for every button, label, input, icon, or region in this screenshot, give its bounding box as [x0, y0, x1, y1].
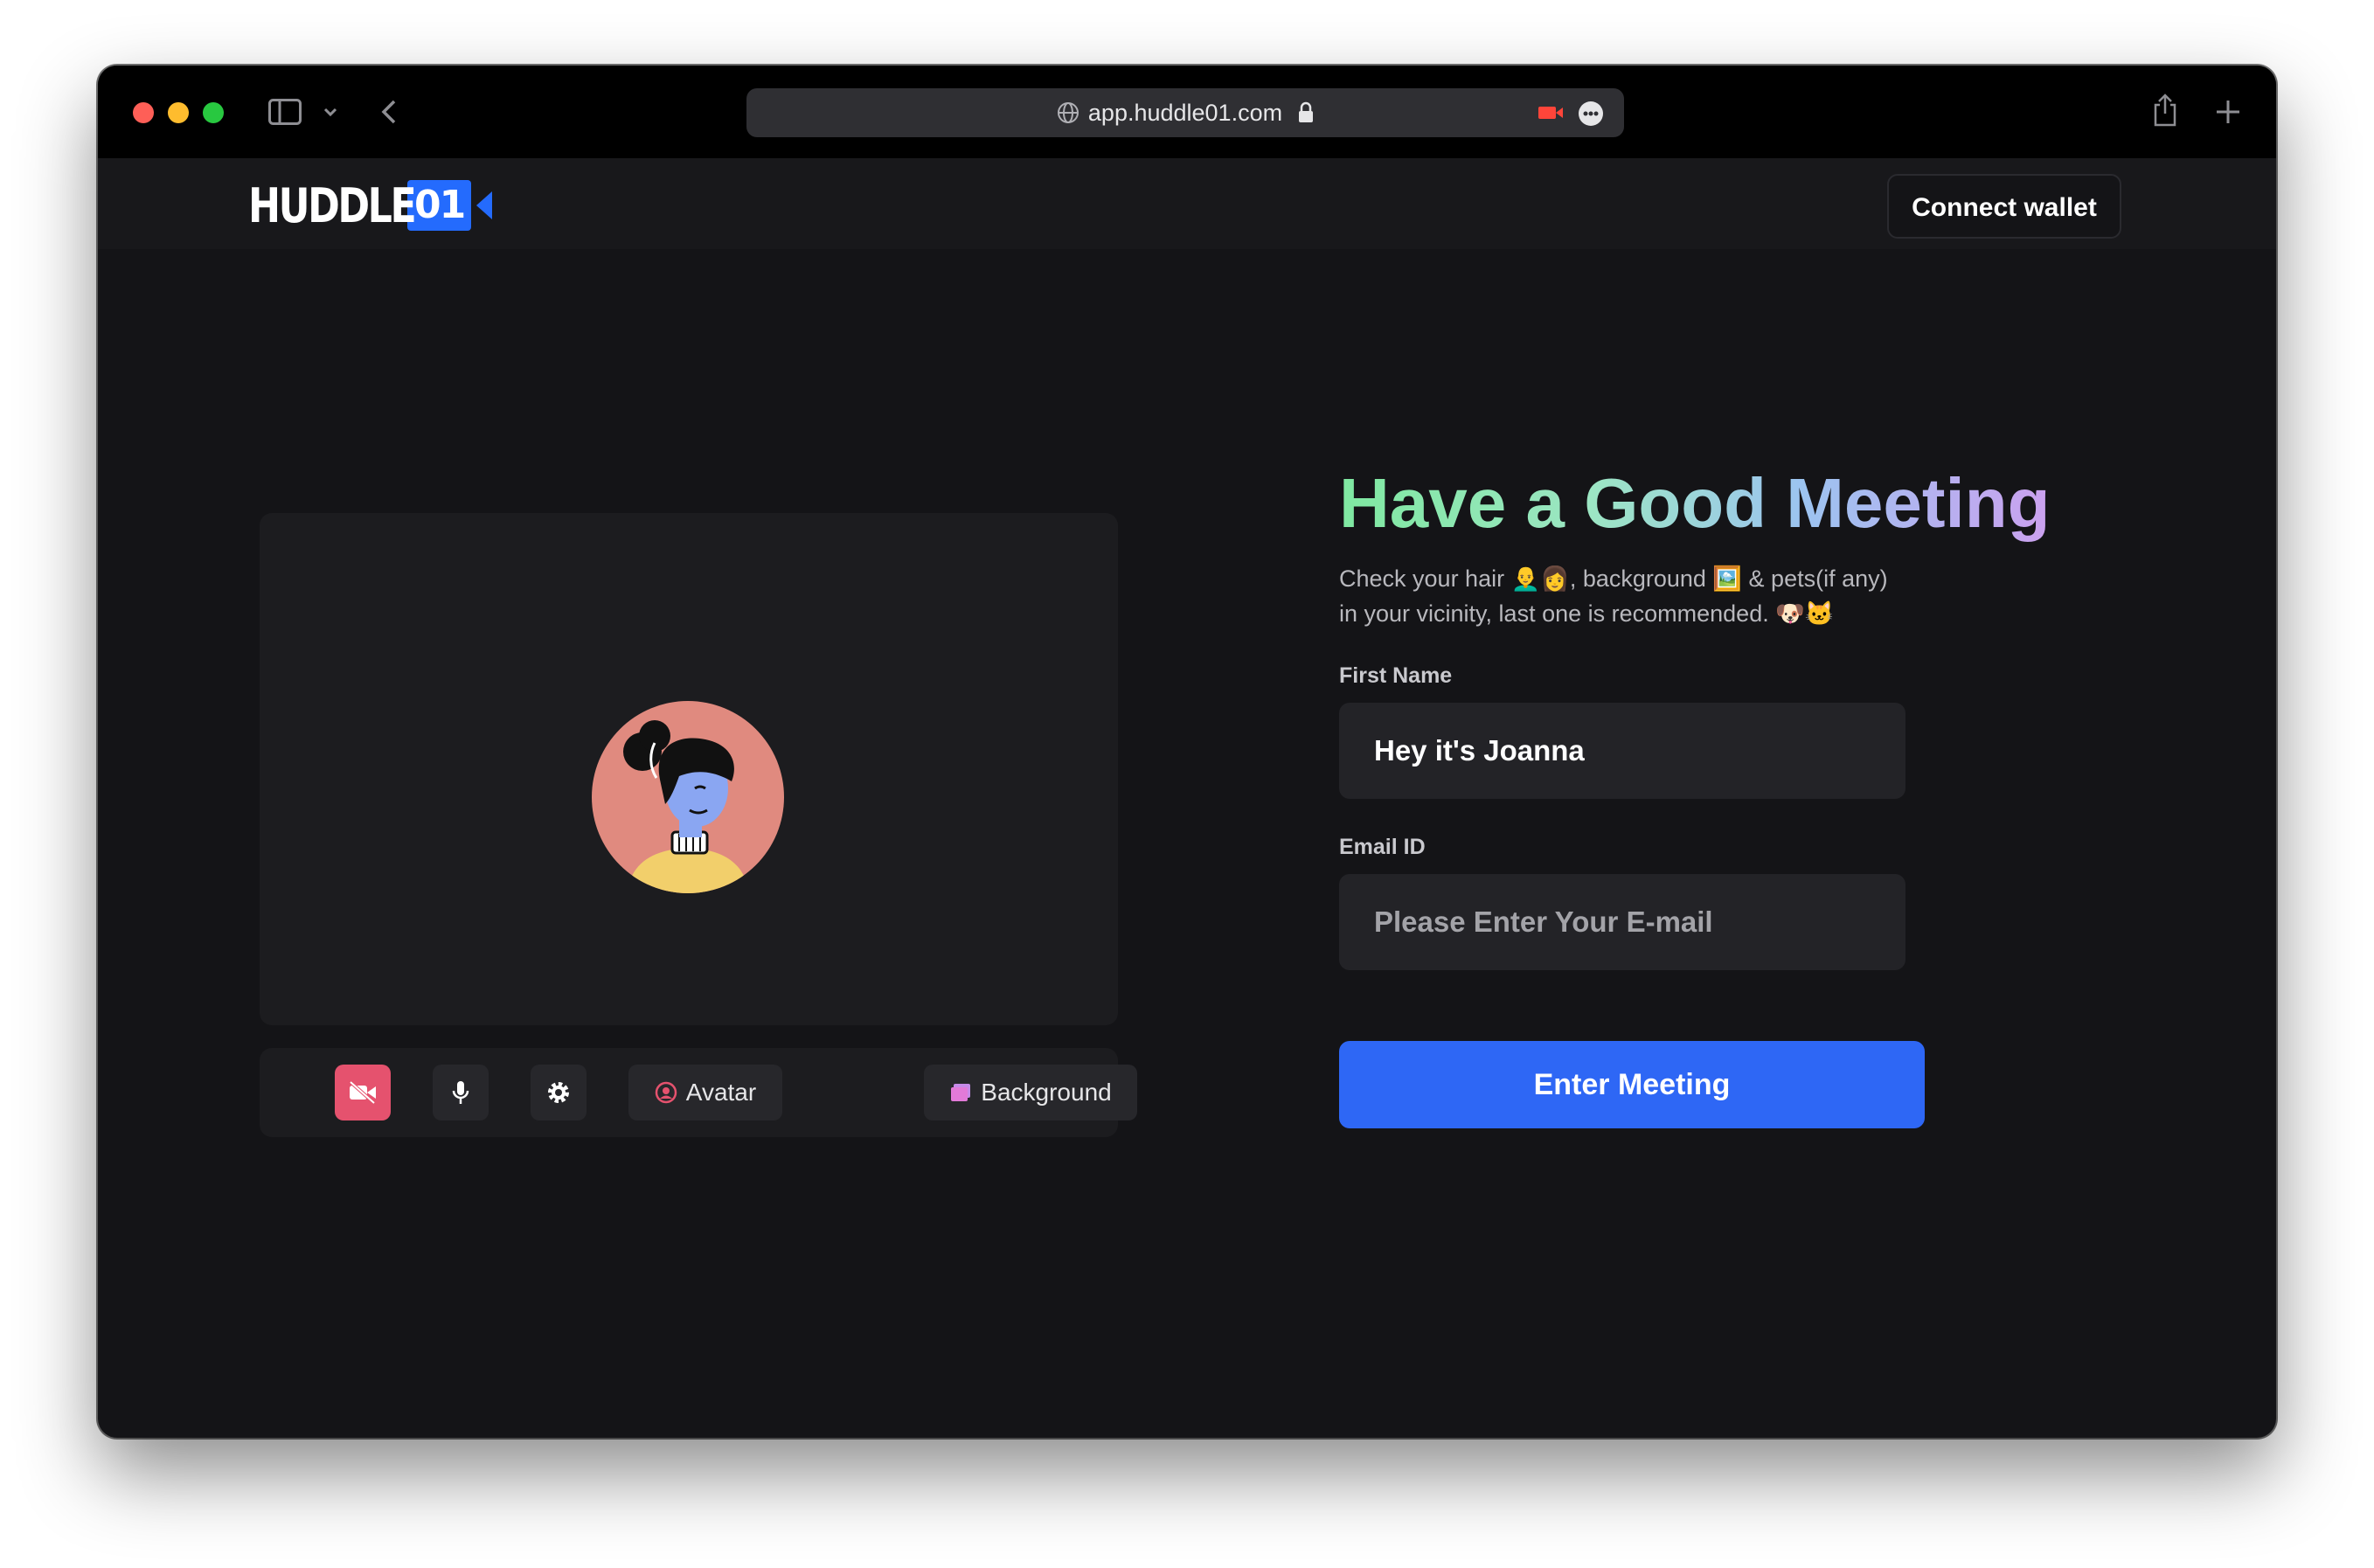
camera-toggle-button[interactable]: [335, 1065, 391, 1120]
app-navbar: HUDDLE 01 Connect wallet: [98, 158, 2276, 249]
logo-camera-icon: [476, 191, 493, 219]
first-name-label: First Name: [1339, 663, 1453, 688]
address-bar[interactable]: app.huddle01.com: [746, 88, 1624, 137]
camera-recording-icon[interactable]: [1537, 103, 1565, 122]
avatar-button-label: Avatar: [685, 1079, 757, 1106]
chevron-down-icon[interactable]: [320, 101, 341, 123]
mic-icon: [452, 1081, 469, 1104]
subtitle-line-1: Check your hair 👨‍🦲👩, background 🖼️ & pe…: [1339, 565, 1888, 592]
background-button[interactable]: Background: [924, 1065, 1137, 1120]
share-icon[interactable]: [2150, 92, 2180, 128]
video-off-icon: [349, 1081, 376, 1104]
avatar-illustration: [623, 720, 749, 893]
lock-icon: [1295, 101, 1316, 125]
enter-meeting-button[interactable]: Enter Meeting: [1339, 1041, 1925, 1128]
back-arrow-icon[interactable]: [376, 97, 402, 127]
page-subtitle: Check your hair 👨‍🦲👩, background 🖼️ & pe…: [1339, 561, 2003, 631]
logo-number: 01: [407, 180, 472, 231]
settings-button[interactable]: [531, 1065, 587, 1120]
first-name-field[interactable]: [1339, 703, 1905, 799]
avatar: [592, 701, 784, 893]
avatar-button[interactable]: Avatar: [628, 1065, 782, 1120]
gear-icon: [548, 1082, 569, 1103]
logo-word: HUDDLE: [248, 177, 417, 233]
email-field[interactable]: [1339, 874, 1905, 970]
more-icon[interactable]: [1577, 100, 1605, 128]
sidebar-toggle-icon[interactable]: [267, 97, 302, 127]
preview-controls: Avatar Background: [260, 1048, 1137, 1137]
video-preview: [260, 513, 1118, 1025]
background-button-label: Background: [981, 1079, 1112, 1106]
email-label: Email ID: [1339, 835, 1426, 859]
browser-titlebar: app.huddle01.com: [98, 66, 2276, 158]
page-title: Have a Good Meeting: [1339, 464, 2051, 542]
maximize-window-button[interactable]: [203, 102, 224, 123]
address-url: app.huddle01.com: [1087, 100, 1283, 126]
background-icon: [951, 1084, 971, 1101]
close-window-button[interactable]: [133, 102, 154, 123]
new-tab-plus-icon[interactable]: [2213, 97, 2243, 127]
huddle01-logo[interactable]: HUDDLE 01: [248, 177, 493, 233]
subtitle-line-2: in your vicinity, last one is recommende…: [1339, 600, 1835, 627]
avatar-icon: [655, 1081, 677, 1104]
connect-wallet-button[interactable]: Connect wallet: [1887, 174, 2121, 239]
browser-window: app.huddle01.com HUDDLE 01 Connect walle…: [98, 66, 2276, 1438]
microphone-button[interactable]: [433, 1065, 489, 1120]
minimize-window-button[interactable]: [168, 102, 189, 123]
